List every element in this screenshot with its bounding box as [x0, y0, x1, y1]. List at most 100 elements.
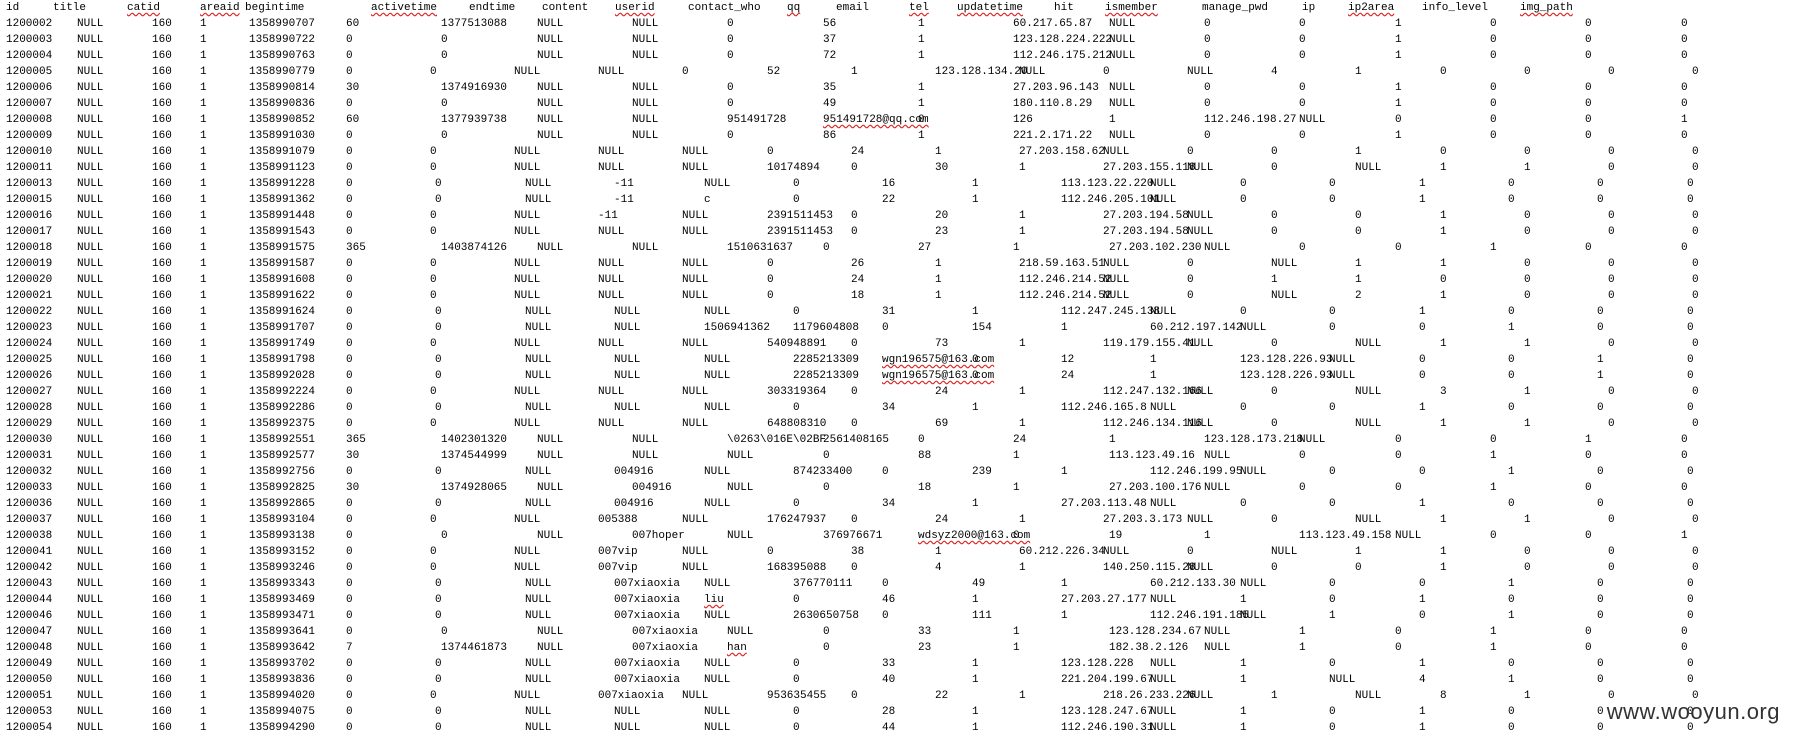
table-cell: 1200047	[6, 626, 53, 638]
table-row[interactable]: 1200024 NULL 160 1 1358991749 0 0 NULL NULL NULL 5…	[0, 336, 1796, 352]
table-row[interactable]: 1200049 NULL 160 1 1358993702 0 0 NULL 007xiaoxi…	[0, 656, 1796, 672]
table-cell: 0	[851, 210, 858, 222]
table-row[interactable]: 1200042 NULL 160 1 1358993246 0 0 NULL 007vip NUL…	[0, 560, 1796, 576]
column-header-id[interactable]: id	[6, 2, 19, 14]
table-row[interactable]: 1200037 NULL 160 1 1358993104 0 0 NULL 005388 NUL…	[0, 512, 1796, 528]
table-row[interactable]: 1200013 NULL 160 1 1358991228 0 0 NULL -11 NULL 0 1…	[0, 176, 1796, 192]
table-row[interactable]: 1200029 NULL 160 1 1358992375 0 0 NULL NULL NULL 6…	[0, 416, 1796, 432]
column-header-tel[interactable]: tel	[909, 2, 929, 14]
table-cell: 1	[1061, 610, 1068, 622]
table-cell: 0	[1687, 306, 1694, 318]
table-cell: 1	[918, 34, 925, 46]
table-row[interactable]: 1200028 NULL 160 1 1358992286 0 0 NULL NULL NULL 0…	[0, 400, 1796, 416]
column-header-updatetime[interactable]: updatetime	[957, 2, 1023, 14]
table-cell: 0	[1271, 418, 1278, 430]
table-cell: 0	[1597, 498, 1604, 510]
table-cell: 0	[1692, 146, 1699, 158]
column-header-activetime[interactable]: activetime	[371, 2, 437, 14]
table-row[interactable]: 1200043 NULL 160 1 1358993343 0 0 NULL 007xiaoxi…	[0, 576, 1796, 592]
table-row[interactable]: 1200026 NULL 160 1 1358992028 0 0 NULL NULL NULL 2…	[0, 368, 1796, 384]
table-row[interactable]: 1200017 NULL 160 1 1358991543 0 0 NULL NULL NULL 2…	[0, 224, 1796, 240]
column-header-catid[interactable]: catid	[127, 2, 160, 14]
table-row[interactable]: 1200030 NULL 160 1 1358992551 365 1402301320 NU…	[0, 432, 1796, 448]
table-row[interactable]: 1200004 NULL 160 1 1358990763 0 0 NULL NULL 0 72 1 1…	[0, 48, 1796, 64]
table-row[interactable]: 1200031 NULL 160 1 1358992577 30 1374544999 NUL…	[0, 448, 1796, 464]
table-cell: 0	[1597, 402, 1604, 414]
column-header-areaid[interactable]: areaid	[200, 2, 240, 14]
table-cell: 27.203.155.118	[1103, 162, 1196, 174]
table-row[interactable]: 1200023 NULL 160 1 1358991707 0 0 NULL NULL 15069…	[0, 320, 1796, 336]
table-row[interactable]: 1200032 NULL 160 1 1358992756 0 0 NULL 004916 NUL…	[0, 464, 1796, 480]
column-header-title[interactable]: title	[53, 2, 86, 14]
table-row[interactable]: 1200005 NULL 160 1 1358990779 0 0 NULL NULL 0 52 1 1…	[0, 64, 1796, 80]
table-cell: 1	[972, 722, 979, 734]
column-header-contact-who[interactable]: contact_who	[688, 2, 761, 14]
table-cell: 0	[441, 626, 448, 638]
table-row[interactable]: 1200047 NULL 160 1 1358993641 0 0 NULL 007xiaoxi…	[0, 624, 1796, 640]
table-cell: NULL	[77, 402, 104, 414]
column-header-ip2area[interactable]: ip2area	[1348, 2, 1394, 14]
column-header-img-path[interactable]: img_path	[1520, 2, 1573, 14]
column-header-ip[interactable]: ip	[1302, 2, 1315, 14]
column-header-content[interactable]: content	[542, 2, 588, 14]
column-header-manage-pwd[interactable]: manage_pwd	[1202, 2, 1268, 14]
table-row[interactable]: 1200010 NULL 160 1 1358991079 0 0 NULL NULL NULL 0…	[0, 144, 1796, 160]
table-row[interactable]: 1200011 NULL 160 1 1358991123 0 0 NULL NULL NULL 1…	[0, 160, 1796, 176]
table-row[interactable]: 1200054 NULL 160 1 1358994290 0 0 NULL NULL NULL 0…	[0, 720, 1796, 736]
column-header-userid[interactable]: userid	[615, 2, 655, 14]
column-header-email[interactable]: email	[836, 2, 869, 14]
table-row[interactable]: 1200027 NULL 160 1 1358992224 0 0 NULL NULL NULL 3…	[0, 384, 1796, 400]
column-header-ismember[interactable]: ismember	[1105, 2, 1158, 14]
table-cell: 1	[1419, 498, 1426, 510]
table-cell: 0	[346, 258, 353, 270]
table-cell: 0	[346, 306, 353, 318]
table-row[interactable]: 1200036 NULL 160 1 1358992865 0 0 NULL 004916 NUL…	[0, 496, 1796, 512]
table-row[interactable]: 1200048 NULL 160 1 1358993642 7 1374461873 NULL…	[0, 640, 1796, 656]
table-row[interactable]: 1200018 NULL 160 1 1358991575 365 1403874126 NU…	[0, 240, 1796, 256]
table-cell: 0	[1692, 514, 1699, 526]
table-row[interactable]: 1200002 NULL 160 1 1358990707 60 1377513088 NUL…	[0, 16, 1796, 32]
column-header-endtime[interactable]: endtime	[469, 2, 515, 14]
table-row[interactable]: 1200008 NULL 160 1 1358990852 60 1377939738 NUL…	[0, 112, 1796, 128]
table-row[interactable]: 1200003 NULL 160 1 1358990722 0 0 NULL NULL 0 37 1 1…	[0, 32, 1796, 48]
table-row[interactable]: 1200051 NULL 160 1 1358994020 0 0 NULL 007xiaoxi…	[0, 688, 1796, 704]
table-cell: 1	[1013, 642, 1020, 654]
table-row[interactable]: 1200053 NULL 160 1 1358994075 0 0 NULL NULL NULL 0…	[0, 704, 1796, 720]
table-cell: 1	[1019, 162, 1026, 174]
table-cell: 0	[1681, 34, 1688, 46]
table-cell: 0	[1585, 482, 1592, 494]
table-row[interactable]: 1200015 NULL 160 1 1358991362 0 0 NULL -11 c 0 22 1 1…	[0, 192, 1796, 208]
table-cell: 1	[1524, 338, 1531, 350]
table-row[interactable]: 1200007 NULL 160 1 1358990836 0 0 NULL NULL 0 49 1 1…	[0, 96, 1796, 112]
table-cell: 160	[152, 402, 172, 414]
column-header-info-level[interactable]: info_level	[1422, 2, 1488, 14]
table-cell: 0	[727, 82, 734, 94]
column-header-qq[interactable]: qq	[787, 2, 800, 14]
table-cell: NULL	[614, 322, 641, 334]
table-row[interactable]: 1200020 NULL 160 1 1358991608 0 0 NULL NULL NULL 0…	[0, 272, 1796, 288]
table-row[interactable]: 1200044 NULL 160 1 1358993469 0 0 NULL 007xiaoxi…	[0, 592, 1796, 608]
table-cell: 1	[1019, 418, 1026, 430]
table-cell: 0	[1681, 482, 1688, 494]
table-cell: NULL	[1240, 322, 1267, 334]
column-header-hit[interactable]: hit	[1054, 2, 1074, 14]
table-cell: 1402301320	[441, 434, 508, 446]
table-cell: NULL	[525, 402, 552, 414]
table-cell: NULL	[682, 386, 709, 398]
table-row[interactable]: 1200016 NULL 160 1 1358991448 0 0 NULL -11 NULL 23…	[0, 208, 1796, 224]
table-row[interactable]: 1200021 NULL 160 1 1358991622 0 0 NULL NULL NULL 0…	[0, 288, 1796, 304]
table-cell: 1	[1440, 514, 1447, 526]
table-row[interactable]: 1200022 NULL 160 1 1358991624 0 0 NULL NULL NULL 0…	[0, 304, 1796, 320]
table-row[interactable]: 1200046 NULL 160 1 1358993471 0 0 NULL 007xiaoxi…	[0, 608, 1796, 624]
table-row[interactable]: 1200050 NULL 160 1 1358993836 0 0 NULL 007xiaoxi…	[0, 672, 1796, 688]
table-row[interactable]: 1200038 NULL 160 1 1358993138 0 0 NULL 007hoper N…	[0, 528, 1796, 544]
table-row[interactable]: 1200009 NULL 160 1 1358991030 0 0 NULL NULL 0 86 1 2…	[0, 128, 1796, 144]
table-row[interactable]: 1200025 NULL 160 1 1358991798 0 0 NULL NULL NULL 2…	[0, 352, 1796, 368]
table-row[interactable]: 1200019 NULL 160 1 1358991587 0 0 NULL NULL NULL 0…	[0, 256, 1796, 272]
column-header-begintime[interactable]: begintime	[245, 2, 304, 14]
table-row[interactable]: 1200006 NULL 160 1 1358990814 30 1374916930 NUL…	[0, 80, 1796, 96]
table-cell: 1	[1508, 466, 1515, 478]
table-cell: NULL	[1187, 418, 1214, 430]
table-row[interactable]: 1200041 NULL 160 1 1358993152 0 0 NULL 007vip NUL…	[0, 544, 1796, 560]
table-row[interactable]: 1200033 NULL 160 1 1358992825 30 1374928065 NUL…	[0, 480, 1796, 496]
